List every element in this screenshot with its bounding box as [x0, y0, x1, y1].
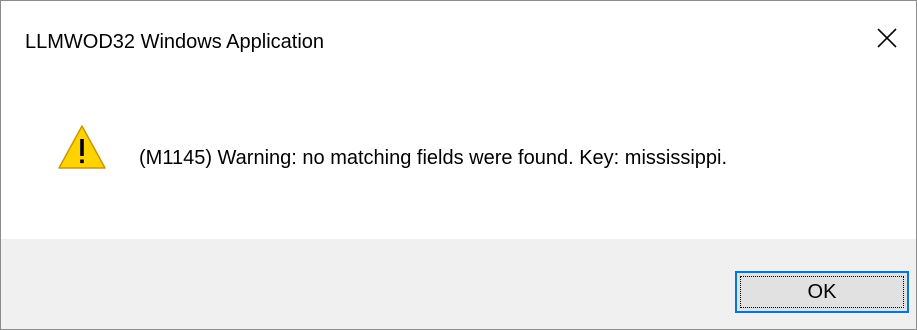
close-icon — [877, 27, 897, 53]
title-bar[interactable]: LLMWOD32 Windows Application — [1, 1, 916, 85]
warning-icon — [57, 124, 107, 170]
dialog-content: (M1145) Warning: no matching fields were… — [1, 85, 916, 239]
button-bar: OK — [1, 239, 916, 329]
window-title: LLMWOD32 Windows Application — [25, 31, 325, 53]
ok-button-label: OK — [807, 280, 837, 303]
warning-message: (M1145) Warning: no matching fields were… — [139, 147, 728, 169]
ok-button[interactable]: OK — [735, 271, 909, 313]
message-dialog: LLMWOD32 Windows Application (M1145) War… — [0, 0, 917, 330]
close-button[interactable] — [858, 15, 916, 65]
